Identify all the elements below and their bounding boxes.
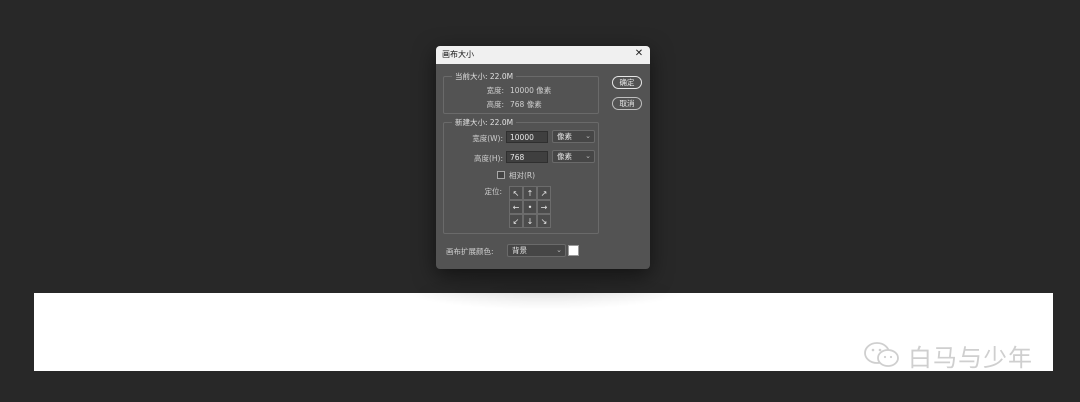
width-unit-select[interactable]: 像素 ⌄ bbox=[552, 130, 595, 143]
current-height-label: 高度: bbox=[486, 100, 504, 109]
dialog-shadow bbox=[400, 270, 690, 310]
relative-label[interactable]: 相对(R) bbox=[509, 170, 535, 181]
anchor-cell-center[interactable]: • bbox=[523, 200, 537, 214]
anchor-grid: ↖ ↑ ↗ ← • → ↙ ↓ ↘ bbox=[509, 186, 551, 228]
anchor-cell-left[interactable]: ← bbox=[509, 200, 523, 214]
anchor-label: 定位: bbox=[484, 187, 502, 196]
watermark: 白马与少年 bbox=[862, 338, 1033, 372]
relative-checkbox[interactable] bbox=[497, 171, 505, 179]
height-unit-select[interactable]: 像素 ⌄ bbox=[552, 150, 595, 163]
anchor-cell-bottom[interactable]: ↓ bbox=[523, 214, 537, 228]
anchor-cell-top-right[interactable]: ↗ bbox=[537, 186, 551, 200]
current-size-group: 当前大小: 22.0M 宽度: 10000 像素 高度: 768 像素 bbox=[443, 71, 599, 114]
width-input[interactable]: 10000 bbox=[506, 131, 548, 143]
extension-color-value: 背景 bbox=[512, 246, 527, 255]
current-width-label: 宽度: bbox=[486, 86, 504, 95]
close-icon[interactable]: ✕ bbox=[632, 47, 646, 61]
chevron-down-icon: ⌄ bbox=[556, 246, 562, 254]
current-height-value: 768 像素 bbox=[510, 100, 542, 109]
width-unit-value: 像素 bbox=[557, 132, 572, 141]
ok-button[interactable]: 确定 bbox=[612, 76, 642, 89]
new-size-legend: 新建大小: 22.0M bbox=[452, 117, 517, 128]
new-height-label: 高度(H): bbox=[473, 154, 503, 163]
wechat-icon bbox=[864, 342, 899, 367]
anchor-cell-right[interactable]: → bbox=[537, 200, 551, 214]
chevron-down-icon: ⌄ bbox=[585, 152, 591, 160]
anchor-cell-bottom-left[interactable]: ↙ bbox=[509, 214, 523, 228]
anchor-cell-top[interactable]: ↑ bbox=[523, 186, 537, 200]
extension-color-swatch[interactable] bbox=[568, 245, 579, 256]
new-width-label: 宽度(W): bbox=[472, 134, 503, 143]
chevron-down-icon: ⌄ bbox=[585, 132, 591, 140]
canvas-size-dialog: 画布大小 ✕ 当前大小: 22.0M 宽度: 10000 像素 高度: 768 … bbox=[436, 46, 650, 269]
extension-color-label: 画布扩展颜色: bbox=[446, 247, 494, 256]
watermark-text: 白马与少年 bbox=[908, 343, 1033, 372]
current-size-legend: 当前大小: 22.0M bbox=[452, 71, 517, 82]
anchor-cell-top-left[interactable]: ↖ bbox=[509, 186, 523, 200]
extension-color-select[interactable]: 背景 ⌄ bbox=[507, 244, 566, 257]
current-width-value: 10000 像素 bbox=[510, 86, 552, 95]
anchor-cell-bottom-right[interactable]: ↘ bbox=[537, 214, 551, 228]
dialog-titlebar: 画布大小 ✕ bbox=[436, 46, 650, 64]
cancel-button[interactable]: 取消 bbox=[612, 97, 642, 110]
height-unit-value: 像素 bbox=[557, 152, 572, 161]
dialog-title: 画布大小 bbox=[442, 50, 474, 59]
height-input[interactable]: 768 bbox=[506, 151, 548, 163]
